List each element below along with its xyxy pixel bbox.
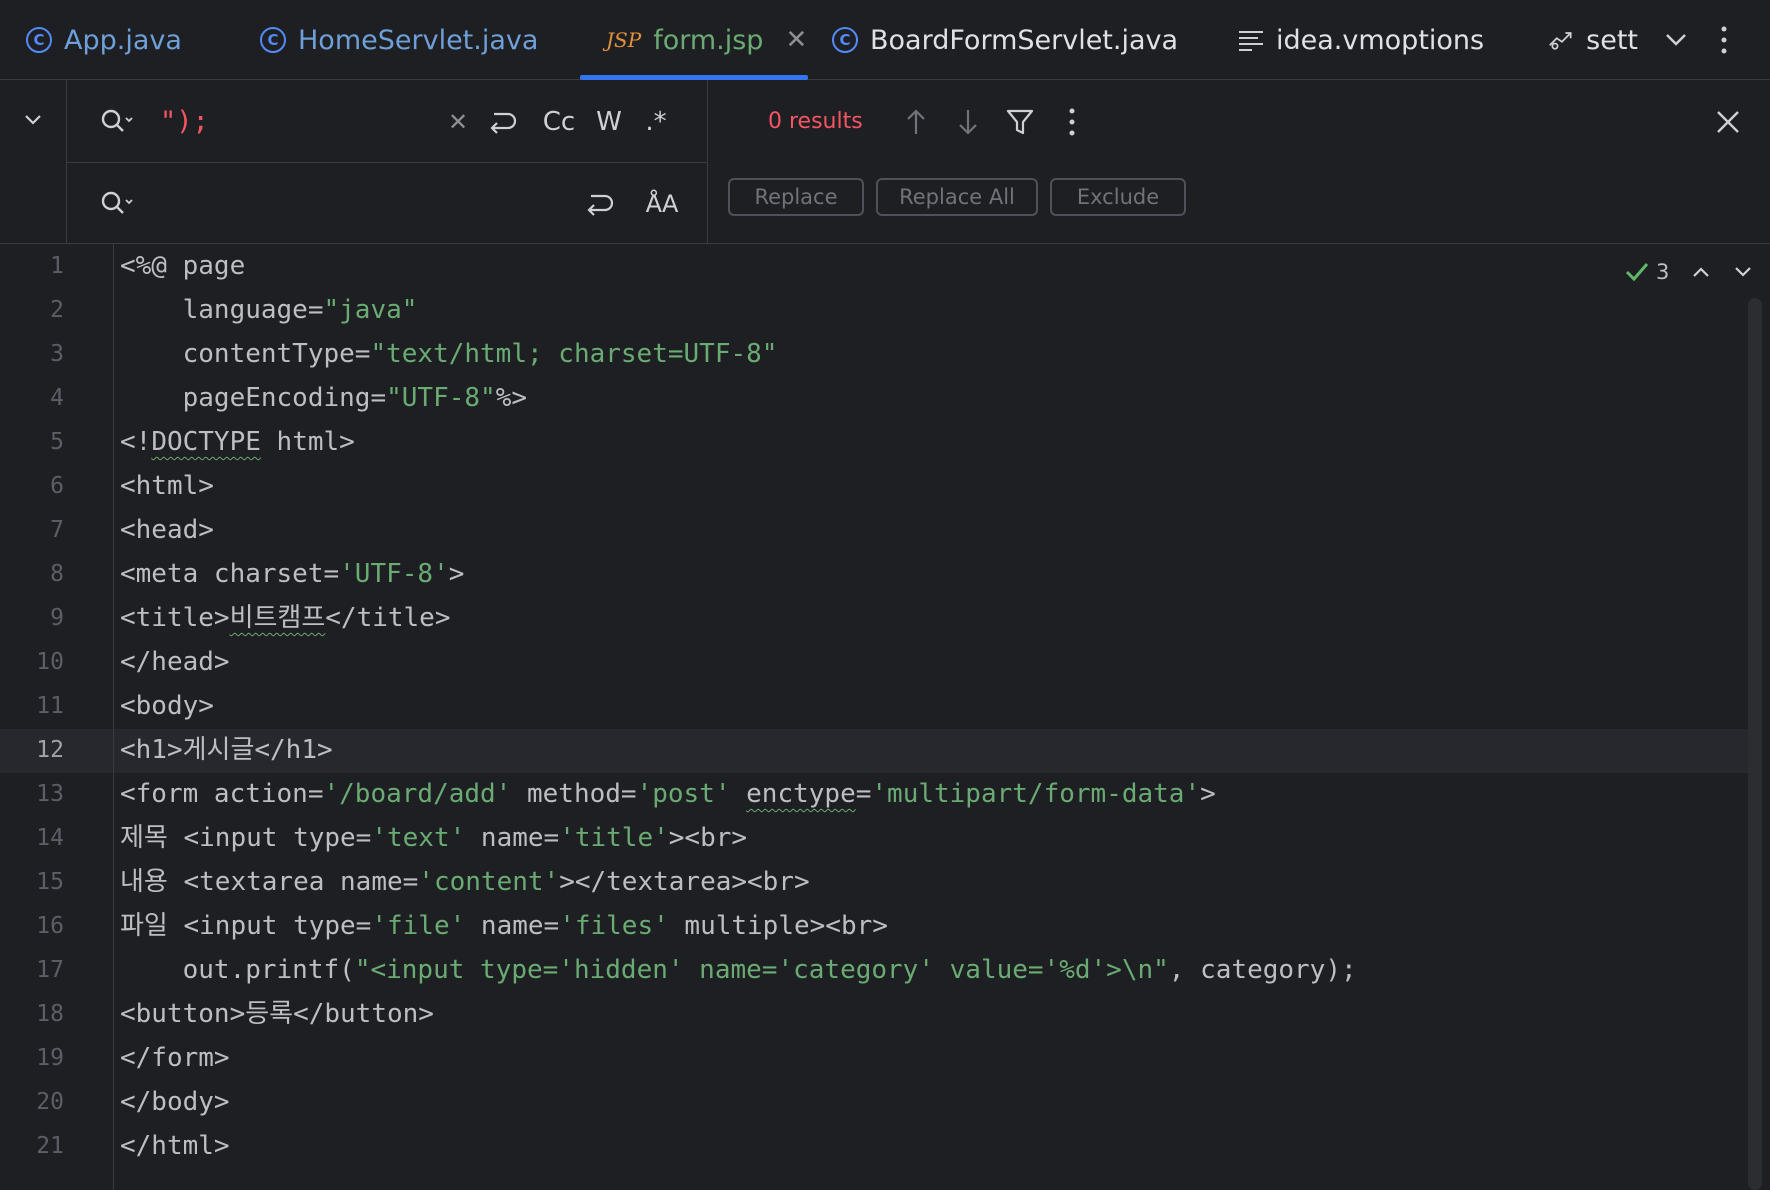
- divider: [67, 162, 708, 163]
- toggle-replace-chevron-icon[interactable]: [18, 100, 48, 140]
- code-line[interactable]: </head>: [120, 640, 230, 684]
- next-highlight-icon[interactable]: [1733, 265, 1753, 279]
- tab-list-chevron-icon[interactable]: [1664, 0, 1688, 80]
- code-editor[interactable]: 1 <%@ page 2 language="java" 3 contentType=…: [0, 244, 1770, 1190]
- line-number: 10: [36, 649, 64, 675]
- line-number: 6: [50, 473, 64, 499]
- line-number: 11: [36, 693, 64, 719]
- inspection-widget[interactable]: 3: [1624, 256, 1753, 288]
- new-line-icon[interactable]: [482, 102, 522, 142]
- inspection-count: 3: [1656, 260, 1670, 284]
- code-line[interactable]: 파일 <input type='file' name='files' multi…: [120, 904, 888, 948]
- line-number: 7: [50, 517, 64, 543]
- next-occurrence-icon[interactable]: [950, 102, 986, 142]
- preserve-case-icon[interactable]: ÅA: [641, 182, 683, 226]
- tab-label: BoardFormServlet.java: [870, 24, 1179, 56]
- code-line[interactable]: <h1>게시글</h1>: [120, 728, 333, 772]
- code-line[interactable]: </html>: [120, 1124, 230, 1168]
- code-line[interactable]: <body>: [120, 684, 214, 728]
- code-line[interactable]: <%@ page: [120, 244, 245, 288]
- line-number: 5: [50, 429, 64, 455]
- class-icon: C: [832, 27, 858, 53]
- tab-settings[interactable]: sett: [1548, 0, 1638, 80]
- code-line[interactable]: <button>등록</button>: [120, 992, 434, 1036]
- code-line[interactable]: pageEncoding="UTF-8"%>: [120, 376, 527, 420]
- close-tab-icon[interactable]: ✕: [785, 25, 807, 55]
- jsp-file-icon: JSP: [606, 28, 642, 52]
- clear-search-icon[interactable]: ✕: [440, 102, 476, 142]
- code-line[interactable]: </form>: [120, 1036, 230, 1080]
- exclude-button[interactable]: Exclude: [1050, 178, 1186, 216]
- vertical-scrollbar[interactable]: [1748, 298, 1762, 1190]
- tab-label: HomeServlet.java: [298, 24, 539, 56]
- more-tabs-icon[interactable]: [1718, 0, 1730, 80]
- search-history-icon[interactable]: [97, 102, 137, 142]
- tab-label: App.java: [64, 24, 182, 56]
- more-options-icon[interactable]: [1054, 102, 1090, 142]
- tab-label: idea.vmoptions: [1276, 24, 1485, 56]
- line-number: 16: [36, 913, 64, 939]
- whole-words-toggle[interactable]: W: [589, 102, 629, 142]
- code-line[interactable]: <head>: [120, 508, 214, 552]
- regex-toggle[interactable]: .*: [636, 102, 676, 142]
- code-line[interactable]: out.printf("<input type='hidden' name='c…: [120, 948, 1357, 992]
- filter-icon[interactable]: [1002, 102, 1038, 142]
- replace-new-line-icon[interactable]: [579, 184, 619, 224]
- line-number: 21: [36, 1133, 64, 1159]
- find-replace-panel: ✕ Cc W .* ÅA "); 0 results Replace Repla…: [0, 80, 1770, 244]
- line-number: 2: [50, 297, 64, 323]
- code-line[interactable]: language="java": [120, 288, 418, 332]
- line-number: 20: [36, 1089, 64, 1115]
- line-number: 18: [36, 1001, 64, 1027]
- code-line[interactable]: contentType="text/html; charset=UTF-8": [120, 332, 778, 376]
- close-search-icon[interactable]: [1710, 102, 1746, 142]
- tab-app-java[interactable]: C App.java: [26, 0, 182, 80]
- class-icon: C: [260, 27, 286, 53]
- search-input[interactable]: ");: [160, 98, 209, 144]
- previous-occurrence-icon[interactable]: [898, 102, 934, 142]
- settings-file-icon: [1549, 32, 1572, 50]
- class-icon: C: [26, 27, 52, 53]
- line-number: 3: [50, 341, 64, 367]
- replace-button[interactable]: Replace: [728, 178, 864, 216]
- match-case-toggle[interactable]: Cc: [537, 102, 581, 142]
- code-line[interactable]: <form action='/board/add' method='post' …: [120, 772, 1216, 816]
- previous-highlight-icon[interactable]: [1691, 265, 1711, 279]
- line-number: 4: [50, 385, 64, 411]
- code-line[interactable]: <html>: [120, 464, 214, 508]
- line-number: 13: [36, 781, 64, 807]
- code-line[interactable]: 내용 <textarea name='content'></textarea><…: [120, 860, 810, 904]
- line-number: 15: [36, 869, 64, 895]
- code-line[interactable]: <title>비트캠프</title>: [120, 596, 451, 640]
- line-number: 14: [36, 825, 64, 851]
- tab-label: sett: [1586, 24, 1638, 56]
- line-number: 8: [50, 561, 64, 587]
- search-results-count: 0 results: [768, 108, 863, 134]
- line-number: 17: [36, 957, 64, 983]
- panel-toggle-column: [0, 80, 67, 244]
- code-line[interactable]: 제목 <input type='text' name='title'><br>: [120, 816, 747, 860]
- text-file-icon: [1239, 31, 1263, 51]
- tab-homeservlet-java[interactable]: C HomeServlet.java: [260, 0, 538, 80]
- code-line[interactable]: </body>: [120, 1080, 230, 1124]
- replace-all-button[interactable]: Replace All: [876, 178, 1038, 216]
- tab-idea-vmoptions[interactable]: idea.vmoptions: [1238, 0, 1484, 80]
- line-number: 1: [50, 253, 64, 279]
- replace-history-icon[interactable]: [97, 184, 137, 224]
- line-number: 19: [36, 1045, 64, 1071]
- tab-label: form.jsp: [653, 24, 764, 56]
- check-icon: [1625, 263, 1649, 282]
- line-number: 12: [36, 737, 64, 763]
- tab-form-jsp[interactable]: JSP form.jsp ✕: [606, 0, 807, 80]
- editor-tab-bar: C App.java C HomeServlet.java JSP form.j…: [0, 0, 1770, 80]
- code-line[interactable]: <meta charset='UTF-8'>: [120, 552, 464, 596]
- line-number: 9: [50, 605, 64, 631]
- tab-boardformservlet-java[interactable]: C BoardFormServlet.java: [832, 0, 1178, 80]
- code-line[interactable]: <!DOCTYPE html>: [120, 420, 355, 464]
